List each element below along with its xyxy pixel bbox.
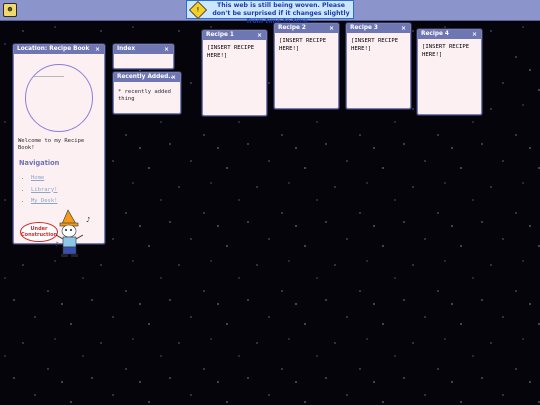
location-window: Location: Recipe Book × Welcome to my Re… (13, 44, 105, 257)
recently-added-window: Recently Added... × * recently added thi… (113, 72, 181, 114)
recipe-window-3: Recipe 3 × [INSERT RECIPE HERE!] (346, 23, 411, 109)
recipe-title: Recipe 4 (421, 31, 449, 37)
recipe-window-titlebar[interactable]: Recipe 2 × (275, 24, 338, 33)
recipe-window-titlebar[interactable]: Recipe 1 × (203, 31, 266, 40)
circle-divider (34, 76, 64, 77)
close-icon[interactable]: × (164, 45, 169, 54)
recipe-text: [INSERT RECIPE HERE!] (351, 38, 399, 52)
index-window-titlebar[interactable]: Index × (114, 45, 173, 54)
recipe-title: Recipe 1 (206, 32, 234, 38)
index-window: Index × (113, 44, 174, 69)
close-icon[interactable]: × (171, 73, 176, 82)
recently-added-body: * recently added thing (114, 82, 180, 108)
nav-link-my-desk[interactable]: My Desk! (31, 198, 58, 204)
recently-added-titlebar[interactable]: Recently Added... × (114, 73, 180, 82)
recipe-title: Recipe 2 (278, 25, 306, 31)
recipe-window-1: Recipe 1 × [INSERT RECIPE HERE!] (202, 30, 267, 116)
nav-link-library[interactable]: Library! (31, 187, 58, 193)
character-illustration: ♪ ♪ (55, 208, 90, 257)
close-icon[interactable]: × (95, 45, 100, 54)
warning-icon: ! (188, 0, 208, 20)
app-icon[interactable]: ☻ (3, 3, 17, 17)
recipe-window-2: Recipe 2 × [INSERT RECIPE HERE!] (274, 23, 339, 109)
recently-added-title: Recently Added... (117, 74, 175, 80)
recipe-window-titlebar[interactable]: Recipe 3 × (347, 24, 410, 33)
svg-text:♪: ♪ (86, 216, 90, 224)
close-icon[interactable]: × (329, 24, 334, 33)
nav-item-library: Library! (31, 185, 100, 197)
close-icon[interactable]: × (472, 30, 477, 39)
recipe-text: [INSERT RECIPE HERE!] (207, 45, 255, 59)
nav-item-home: Home (31, 173, 100, 185)
recipe-text: [INSERT RECIPE HERE!] (279, 38, 327, 52)
notice-banner: ! This web is still being woven. Please … (186, 0, 354, 25)
profile-circle (25, 64, 93, 132)
location-window-titlebar[interactable]: Location: Recipe Book × (14, 45, 104, 54)
welcome-text: Welcome to my Recipe Book! (18, 138, 85, 151)
navigation-heading: Navigation (19, 159, 60, 167)
index-window-title: Index (117, 46, 136, 52)
recipe-window-4: Recipe 4 × [INSERT RECIPE HERE!] (417, 29, 482, 115)
svg-text:♪: ♪ (55, 241, 59, 248)
recent-item: * recently added thing (118, 89, 171, 102)
close-icon[interactable]: × (401, 24, 406, 33)
nav-link-home[interactable]: Home (31, 175, 44, 181)
under-construction-badge: Under Construction (20, 221, 58, 242)
recipe-title: Recipe 3 (350, 25, 378, 31)
nav-item-my-desk: My Desk! (31, 196, 100, 208)
recipe-text: [INSERT RECIPE HERE!] (422, 44, 470, 58)
location-window-body: Welcome to my Recipe Book! Navigation Ho… (14, 54, 104, 273)
recipe-window-titlebar[interactable]: Recipe 4 × (418, 30, 481, 39)
close-icon[interactable]: × (257, 31, 262, 40)
location-window-title: Location: Recipe Book (17, 46, 90, 52)
navigation-list: Home Library! My Desk! (18, 173, 100, 208)
under-construction-graphic: Under Construction ♪ ♪ (18, 208, 100, 268)
